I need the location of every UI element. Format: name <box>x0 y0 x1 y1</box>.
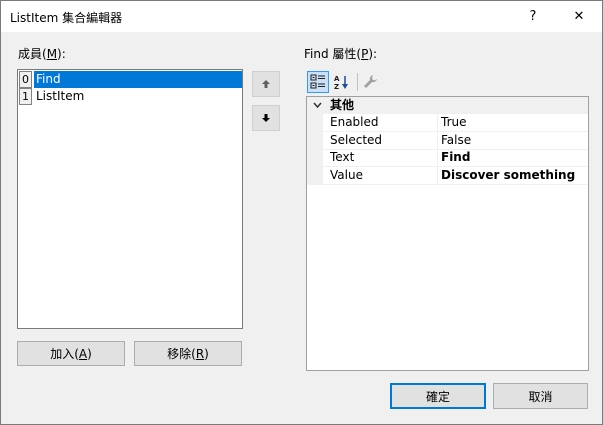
ok-button[interactable]: 確定 <box>390 383 486 409</box>
close-icon: ✕ <box>573 9 585 24</box>
properties-label: Find 屬性(P): <box>304 47 378 61</box>
property-row[interactable]: Enabled True <box>307 114 588 132</box>
property-row[interactable]: Value Discover something <box>307 167 588 185</box>
cancel-button[interactable]: 取消 <box>493 383 588 409</box>
alphabetical-button[interactable]: A Z <box>331 71 353 93</box>
help-icon: ? <box>529 9 537 24</box>
property-value[interactable]: Find <box>441 149 470 166</box>
move-up-button[interactable] <box>252 71 280 97</box>
column-divider <box>437 114 438 184</box>
list-item-text: Find <box>34 71 242 88</box>
property-row[interactable]: Selected False <box>307 132 588 150</box>
arrow-down-icon <box>262 114 270 122</box>
property-name: Enabled <box>330 115 379 129</box>
remove-button[interactable]: 移除(R) <box>134 341 242 366</box>
collection-editor-dialog: ListItem 集合編輯器 ? ✕ 成員(M): 0 Find 1 ListI… <box>0 0 603 425</box>
property-value[interactable]: False <box>441 132 471 149</box>
title-bar: ListItem 集合編輯器 ? ✕ <box>1 1 602 32</box>
members-label: 成員(M): <box>18 47 66 61</box>
category-row[interactable]: 其他 <box>307 97 588 114</box>
property-pages-button[interactable] <box>359 71 381 93</box>
property-name: Selected <box>330 133 383 147</box>
property-name: Value <box>330 168 363 182</box>
categorized-button[interactable] <box>307 71 329 93</box>
alphabetical-icon: A Z <box>334 75 348 90</box>
property-value[interactable]: Discover something <box>441 167 575 184</box>
close-button[interactable]: ✕ <box>556 1 602 32</box>
property-value[interactable]: True <box>441 114 467 131</box>
list-item[interactable]: 0 Find <box>18 71 242 88</box>
svg-text:Z: Z <box>334 83 339 90</box>
dialog-title: ListItem 集合編輯器 <box>10 11 123 25</box>
categorized-icon <box>310 74 325 89</box>
add-button[interactable]: 加入(A) <box>17 341 125 366</box>
property-row[interactable]: Text Find <box>307 149 588 167</box>
list-item-index: 0 <box>19 71 32 88</box>
list-item-text: ListItem <box>36 89 85 103</box>
wrench-icon <box>364 75 377 88</box>
arrow-up-icon <box>262 80 270 88</box>
toolbar-separator <box>357 73 358 91</box>
list-item-index: 1 <box>19 88 32 105</box>
members-listbox[interactable]: 0 Find 1 ListItem <box>17 69 243 329</box>
ok-button-label: 確定 <box>425 389 450 404</box>
chevron-down-icon[interactable] <box>313 102 322 109</box>
remove-button-label: 移除(R) <box>167 347 209 361</box>
property-grid[interactable]: 其他 Enabled True Selected False Text Find… <box>306 96 589 371</box>
property-name: Text <box>330 150 355 164</box>
move-down-button[interactable] <box>252 105 280 131</box>
cancel-button-label: 取消 <box>528 389 553 404</box>
category-label: 其他 <box>330 98 355 112</box>
svg-text:A: A <box>334 75 340 83</box>
help-button[interactable]: ? <box>510 1 556 32</box>
add-button-label: 加入(A) <box>50 347 92 361</box>
list-item[interactable]: 1 ListItem <box>18 88 242 105</box>
